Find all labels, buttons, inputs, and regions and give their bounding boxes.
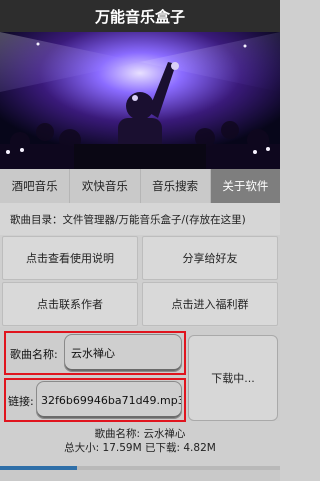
tab-about[interactable]: 关于软件 — [210, 169, 280, 203]
link-label: 链接: — [8, 395, 34, 408]
share-button[interactable]: 分享给好友 — [142, 236, 278, 280]
download-button[interactable]: 下载中... — [188, 335, 278, 421]
banner-image — [0, 32, 280, 169]
song-directory: 歌曲目录：文件管理器/万能音乐盒子/(存放在这里) — [0, 203, 280, 235]
join-group-button[interactable]: 点击进入福利群 — [142, 282, 278, 326]
dj-concert-photo — [0, 32, 280, 169]
tab-happy-music[interactable]: 欢快音乐 — [70, 169, 141, 203]
song-name-label: 歌曲名称: — [10, 348, 58, 361]
status-song-name: 歌曲名称: 云水禅心 — [94, 428, 186, 440]
bottom-strip — [0, 470, 280, 481]
tab-music-search[interactable]: 音乐搜索 — [141, 169, 211, 203]
song-directory-text: 歌曲目录：文件管理器/万能音乐盒子/(存放在这里) — [10, 213, 246, 226]
tab-bar-music[interactable]: 酒吧音乐 — [0, 169, 71, 203]
song-name-input[interactable]: 云水禅心 — [64, 334, 182, 372]
tab-bar: 酒吧音乐 欢快音乐 音乐搜索 关于软件 — [0, 169, 280, 203]
status-size: 总大小: 17.59M 已下载: 4.82M — [64, 442, 216, 454]
help-button[interactable]: 点击查看使用说明 — [2, 236, 138, 280]
download-status: 歌曲名称: 云水禅心 总大小: 17.59M 已下载: 4.82M — [0, 427, 280, 455]
app-title: 万能音乐盒子 — [94, 7, 185, 26]
link-input[interactable]: 32f6b69946ba71d49.mp3 — [36, 381, 182, 419]
app-title-bar: 万能音乐盒子 — [0, 0, 280, 32]
contact-author-button[interactable]: 点击联系作者 — [2, 282, 138, 326]
